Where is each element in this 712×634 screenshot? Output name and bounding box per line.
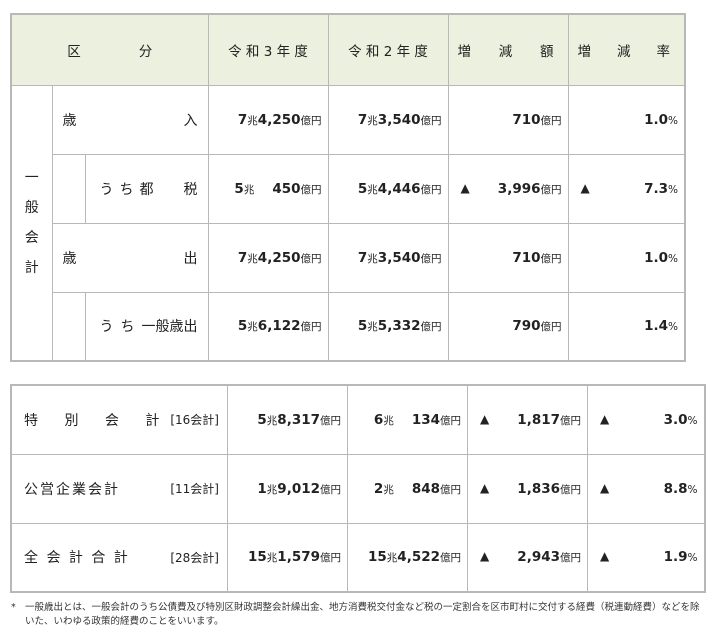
value-cell: 6兆 134億円: [347, 384, 468, 455]
table-row: 全 会 計 合 計 [28会計] 15兆1,579億円 15兆4,522億円 ▲ 2…: [10, 522, 705, 593]
value-cell: 1兆9,012億円: [227, 453, 348, 524]
decrease-triangle-icon: ▲: [600, 480, 610, 495]
rate-cell: ▲ 8.8%: [587, 453, 705, 524]
rate-cell: ▲ 3.0%: [587, 384, 705, 455]
row-label-public-enterprise: 公営企業会計 [11会計]: [10, 453, 228, 524]
footnote-text: 一般歳出とは、一般会計のうち公債費及び特別区財政調整会計繰出金、地方消費税交付金…: [25, 602, 700, 627]
decrease-triangle-icon: ▲: [460, 180, 470, 195]
difference-cell: 710億円: [447, 84, 569, 155]
difference-cell: ▲ 1,817億円: [467, 384, 588, 455]
row-label-revenue: 歳入: [51, 84, 209, 155]
value-cell: 5兆8,317億円: [227, 384, 348, 455]
value-cell: 15兆1,579億円: [227, 522, 348, 593]
decrease-triangle-icon: ▲: [480, 480, 490, 495]
row-label-general-expenditure: うち一般歳出: [84, 291, 209, 362]
value-cell: 7兆3,540億円: [327, 84, 449, 155]
decrease-triangle-icon: ▲: [580, 180, 590, 195]
header-category: 区分: [10, 13, 209, 86]
table-row: 一 般 会 計 歳入 7兆4,250億円 7兆3,540億円 710億円 1.0…: [10, 84, 686, 362]
rate-cell: ▲ 1.9%: [587, 522, 705, 593]
value-cell: 5兆5,332億円: [327, 291, 449, 362]
value-cell: 5兆 450億円: [207, 153, 329, 224]
value-cell: 7兆4,250億円: [207, 222, 329, 293]
rate-cell: ▲ 7.3%: [567, 153, 686, 224]
rate-cell: 1.0%: [567, 222, 686, 293]
table-row: うち都税 5兆 450億円 5兆4,446億円 ▲ 3,996億円 ▲ 7.3%: [11, 153, 686, 224]
header-difference: 増減額: [447, 13, 569, 86]
value-cell: 5兆6,122億円: [207, 291, 329, 362]
header-fy2021: 令 和 3 年 度: [207, 13, 329, 86]
decrease-triangle-icon: ▲: [480, 411, 490, 426]
value-cell: 7兆3,540億円: [327, 222, 449, 293]
value-cell: 15兆4,522億円: [347, 522, 468, 593]
header-fy2020: 令 和 2 年 度: [327, 13, 449, 86]
decrease-triangle-icon: ▲: [600, 411, 610, 426]
difference-cell: 710億円: [447, 222, 569, 293]
difference-cell: 790億円: [447, 291, 569, 362]
rate-cell: 1.0%: [567, 84, 686, 155]
header-rate: 増減率: [567, 13, 686, 86]
rate-cell: 1.4%: [567, 291, 686, 362]
value-cell: 7兆4,250億円: [207, 84, 329, 155]
footnote: * 一般歳出とは、一般会計のうち公債費及び特別区財政調整会計繰出金、地方消費税交…: [11, 601, 701, 629]
row-label-metro-tax: うち都税: [84, 153, 209, 224]
decrease-triangle-icon: ▲: [600, 549, 610, 564]
table-row: うち一般歳出 5兆6,122億円 5兆5,332億円 790億円 1.4%: [11, 291, 686, 362]
row-label-special-account: 特 別 会 計 [16会計]: [10, 384, 228, 455]
table-row: 特 別 会 計 [16会計] 5兆8,317億円 6兆 134億円 ▲ 1,817億円…: [10, 384, 705, 455]
decrease-triangle-icon: ▲: [480, 549, 490, 564]
table-row: 公営企業会計 [11会計] 1兆9,012億円 2兆 848億円 ▲ 1,836億円 …: [10, 453, 705, 524]
row-label-all-accounts-total: 全 会 計 合 計 [28会計]: [10, 522, 228, 593]
value-cell: 5兆4,446億円: [327, 153, 449, 224]
difference-cell: ▲ 2,943億円: [467, 522, 588, 593]
header-row: 区分 令 和 3 年 度 令 和 2 年 度 増減額 増減率: [10, 13, 686, 86]
other-accounts-table: 特 別 会 計 [16会計] 5兆8,317億円 6兆 134億円 ▲ 1,817億円…: [10, 384, 706, 593]
general-account-table: 区分 令 和 3 年 度 令 和 2 年 度 増減額 増減率 一 般 会 計 歳…: [10, 13, 686, 362]
difference-cell: ▲ 1,836億円: [467, 453, 588, 524]
difference-cell: ▲ 3,996億円: [447, 153, 569, 224]
value-cell: 2兆 848億円: [347, 453, 468, 524]
table-row: 歳出 7兆4,250億円 7兆3,540億円 710億円 1.0%: [11, 222, 686, 293]
general-account-label: 一 般 会 計: [10, 84, 53, 362]
row-label-expenditure: 歳出: [51, 222, 209, 293]
footnote-mark: *: [11, 602, 16, 613]
